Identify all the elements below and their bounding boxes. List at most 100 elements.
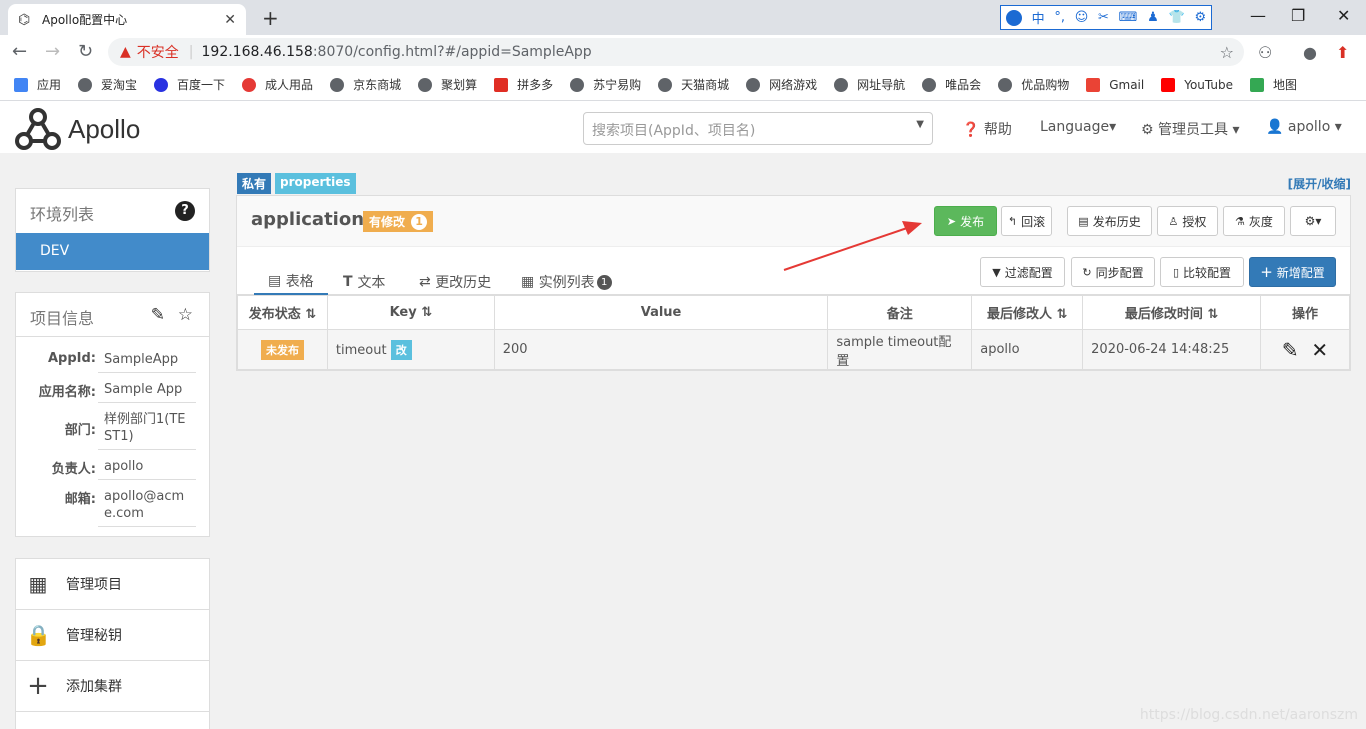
ime-item[interactable]: ♟	[1147, 10, 1159, 25]
bookmark-item[interactable]: 地图	[1250, 76, 1297, 93]
modified-badge: 有修改 1	[363, 211, 434, 232]
filter-config-button[interactable]: ▼ 过滤配置	[980, 257, 1065, 287]
bookmark-item[interactable]: Gmail	[1086, 77, 1144, 92]
ime-item[interactable]: ✂	[1098, 10, 1109, 25]
help-label: 帮助	[983, 122, 1012, 138]
new-tab-icon[interactable]: +	[262, 6, 279, 30]
env-item-dev[interactable]: DEV	[16, 233, 209, 270]
project-search-select[interactable]: 搜索项目(AppId、项目名) ▼	[583, 112, 933, 145]
bookmark-item[interactable]: 京东商城	[330, 76, 401, 93]
bookmark-label: 天猫商城	[681, 78, 730, 92]
globe-icon	[78, 77, 93, 92]
back-icon[interactable]: ←	[12, 41, 27, 62]
chevron-down-icon: ▼	[916, 119, 924, 130]
window-close-icon[interactable]: ✕	[1337, 6, 1350, 25]
globe-icon	[998, 77, 1013, 92]
tab-label: 文本	[357, 275, 386, 291]
namespace-labels: 私有 properties	[237, 173, 360, 194]
url-input[interactable]: ▲ 不安全 | 192.168.46.158 :8070/config.html…	[108, 38, 1244, 66]
bookmark-item[interactable]: 网址导航	[834, 76, 905, 93]
reload-icon[interactable]: ↻	[78, 41, 93, 62]
help-link[interactable]: ❓ 帮助	[962, 119, 1012, 139]
release-history-button[interactable]: ▤ 发布历史	[1067, 206, 1152, 236]
logo-text: Apollo	[68, 113, 141, 144]
bookmark-item[interactable]: 百度一下	[154, 76, 225, 93]
namespace-tabs: ▤ 表格 T 文本 ⇄ 更改历史 ▦ 实例列表 1 ▼ 过滤配置 ↻ 同步配置 ▯ 比较…	[237, 247, 1350, 295]
add-cluster-button[interactable]: + 添加集群	[16, 661, 209, 712]
admin-tools-dropdown[interactable]: ⚙ 管理员工具 ▾	[1141, 119, 1240, 139]
bookmark-label: 网址导航	[857, 78, 906, 92]
column-header-value: Value	[493, 295, 829, 330]
key-cell: timeout 改	[326, 329, 495, 370]
update-icon[interactable]: ⬆	[1336, 43, 1349, 62]
bookmark-item[interactable]: 网络游戏	[746, 76, 817, 93]
user-icon: 👤	[1266, 119, 1284, 135]
compare-config-button[interactable]: ▯ 比较配置	[1160, 257, 1244, 287]
expand-collapse-link[interactable]: [展开/收缩]	[1288, 175, 1351, 192]
user-dropdown[interactable]: 👤 apollo ▾	[1266, 119, 1342, 135]
add-config-button[interactable]: + 新增配置	[1249, 257, 1336, 287]
plus-icon: +	[1260, 263, 1273, 281]
ime-item[interactable]: ⌨	[1119, 10, 1138, 25]
bookmark-item[interactable]: YouTube	[1161, 77, 1233, 92]
baidu-paw-icon	[154, 77, 169, 92]
forward-icon[interactable]: →	[45, 41, 60, 62]
bookmark-star-icon[interactable]: ☆	[1220, 43, 1234, 62]
maximize-icon[interactable]: ❐	[1291, 6, 1305, 25]
browser-tab[interactable]: ⌬ Apollo配置中心 ✕	[8, 4, 246, 35]
bookmark-item[interactable]: 成人用品	[242, 76, 313, 93]
env-list-panel: 环境列表 ? DEV	[15, 188, 210, 272]
question-icon[interactable]: ?	[175, 201, 195, 221]
tab-table[interactable]: ▤ 表格	[254, 269, 328, 295]
extension-icon[interactable]: ⚇	[1258, 43, 1272, 62]
profile-icon[interactable]: ●	[1303, 43, 1317, 62]
ime-item[interactable]: ⚙	[1194, 10, 1206, 25]
bookmark-label: 优品购物	[1021, 78, 1070, 92]
info-label: 应用名称:	[38, 385, 96, 400]
bookmark-item[interactable]: 聚划算	[418, 76, 477, 93]
info-row: 邮箱: apollo@acme.com	[16, 484, 209, 527]
sync-config-button[interactable]: ↻ 同步配置	[1071, 257, 1155, 287]
star-icon[interactable]: ☆	[178, 305, 193, 325]
bookmark-item[interactable]: 爱淘宝	[78, 76, 137, 93]
bookmark-item[interactable]: 苏宁易购	[570, 76, 641, 93]
ime-logo-icon[interactable]	[1005, 9, 1022, 26]
manage-secret-button[interactable]: 🔒 管理秘钥	[16, 610, 209, 661]
key-text: timeout	[335, 342, 387, 358]
youtube-icon	[1161, 77, 1176, 92]
apps-grid-icon	[14, 77, 28, 92]
column-header-modifier[interactable]: 最后修改人 ⇅	[971, 295, 1084, 330]
tab-text[interactable]: T 文本	[329, 269, 399, 295]
manage-project-button[interactable]: ▦ 管理项目	[16, 559, 209, 610]
rollback-button[interactable]: ↰ 回滚	[1001, 206, 1052, 236]
actions-cell: ✎ ✕	[1260, 329, 1350, 370]
info-value: Sample App	[98, 377, 196, 403]
tab-instances[interactable]: ▦ 实例列表 1	[507, 269, 626, 295]
column-header-time[interactable]: 最后修改时间 ⇅	[1082, 295, 1261, 330]
edit-icon[interactable]: ✎	[1282, 338, 1299, 362]
bookmark-item[interactable]: 优品购物	[998, 76, 1069, 93]
publish-button[interactable]: ➤ 发布	[934, 206, 997, 236]
close-tab-icon[interactable]: ✕	[224, 12, 236, 28]
column-header-status[interactable]: 发布状态 ⇅	[237, 295, 328, 330]
ime-item[interactable]: 中	[1032, 8, 1045, 27]
column-header-key[interactable]: Key ⇅	[326, 295, 495, 330]
ime-item[interactable]: ☺	[1075, 10, 1089, 25]
time-cell: 2020-06-24 14:48:25	[1082, 329, 1261, 370]
grant-button[interactable]: ♙ 授权	[1157, 206, 1218, 236]
namespace-name: application	[251, 209, 365, 230]
edit-icon[interactable]: ✎	[151, 305, 165, 325]
gray-release-button[interactable]: ⚗ 灰度	[1223, 206, 1285, 236]
bookmark-item[interactable]: 拼多多	[494, 76, 553, 93]
minimize-icon[interactable]: —	[1250, 6, 1266, 25]
ime-item[interactable]: °,	[1054, 10, 1065, 25]
ime-item[interactable]: 👕	[1169, 10, 1185, 25]
bookmark-item[interactable]: 天猫商城	[658, 76, 729, 93]
bookmark-item[interactable]: 唯品会	[922, 76, 981, 93]
apollo-logo[interactable]: Apollo	[14, 107, 140, 151]
bookmark-apps[interactable]: 应用	[14, 76, 61, 93]
language-dropdown[interactable]: Language▾	[1040, 119, 1116, 135]
settings-dropdown-button[interactable]: ⚙▾	[1290, 206, 1336, 236]
delete-icon[interactable]: ✕	[1311, 338, 1328, 362]
tab-change-history[interactable]: ⇄ 更改历史	[405, 269, 505, 295]
